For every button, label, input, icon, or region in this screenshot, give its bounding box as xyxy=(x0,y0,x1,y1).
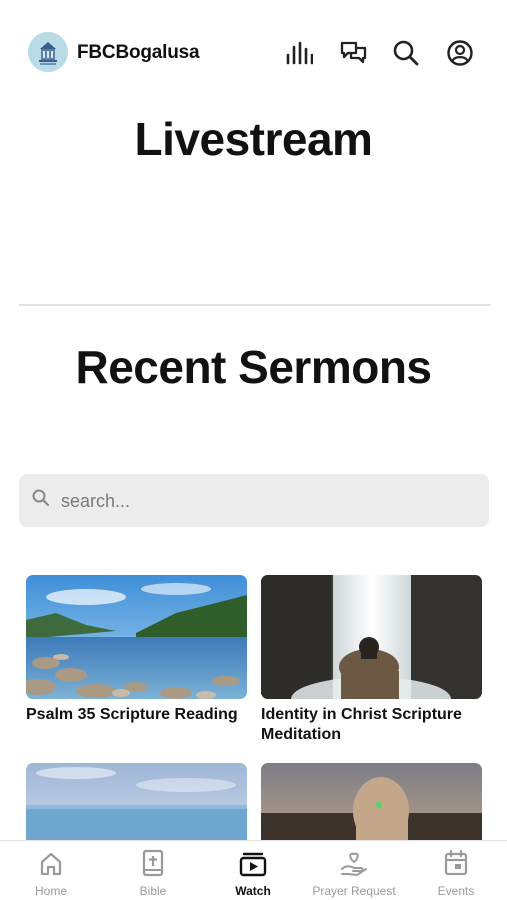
sermon-card[interactable]: Identity in Christ Scripture Meditation xyxy=(261,575,482,745)
tab-watch[interactable]: Watch xyxy=(223,841,283,900)
home-icon xyxy=(21,841,81,877)
sermon-card[interactable]: Psalm 35 Scripture Reading xyxy=(26,575,247,725)
tab-prayer-request[interactable]: Prayer Request xyxy=(306,841,402,900)
recent-sermons-heading: Recent Sermons xyxy=(75,341,432,393)
tab-events[interactable]: Events xyxy=(426,841,486,900)
bible-icon xyxy=(123,841,183,877)
bottom-tab-bar: Home Bible Watch Prayer Request Events xyxy=(0,840,507,900)
search-icon xyxy=(31,488,51,513)
sermon-title: Identity in Christ Scripture Meditation xyxy=(261,706,462,743)
church-logo[interactable] xyxy=(28,32,68,72)
chat-bubbles-icon[interactable] xyxy=(338,38,368,68)
livestream-heading: Livestream xyxy=(134,113,373,165)
tab-label: Home xyxy=(34,884,67,898)
section-divider xyxy=(19,304,491,306)
tab-bible[interactable]: Bible xyxy=(123,841,183,900)
tab-label: Bible xyxy=(139,884,167,898)
play-video-icon xyxy=(223,841,283,877)
search-input[interactable] xyxy=(61,484,471,518)
app-name: FBCBogalusa xyxy=(77,42,200,63)
sermon-thumbnail-waterfall[interactable] xyxy=(261,575,482,699)
sermon-title: Psalm 35 Scripture Reading xyxy=(26,706,238,723)
tab-home[interactable]: Home xyxy=(21,841,81,900)
app-header: FBCBogalusa xyxy=(0,30,507,76)
account-icon[interactable] xyxy=(445,38,475,68)
sermon-thumbnail-lake[interactable] xyxy=(26,575,247,699)
tab-label: Prayer Request xyxy=(312,884,396,898)
calendar-icon xyxy=(426,841,486,877)
praying-hands-heart-icon xyxy=(306,841,402,877)
church-building-icon xyxy=(28,32,68,72)
sermon-search-box[interactable] xyxy=(19,474,489,527)
tab-label: Watch xyxy=(235,884,271,898)
audio-bars-icon[interactable] xyxy=(284,38,314,68)
tab-label: Events xyxy=(437,884,475,898)
search-icon[interactable] xyxy=(391,38,421,68)
